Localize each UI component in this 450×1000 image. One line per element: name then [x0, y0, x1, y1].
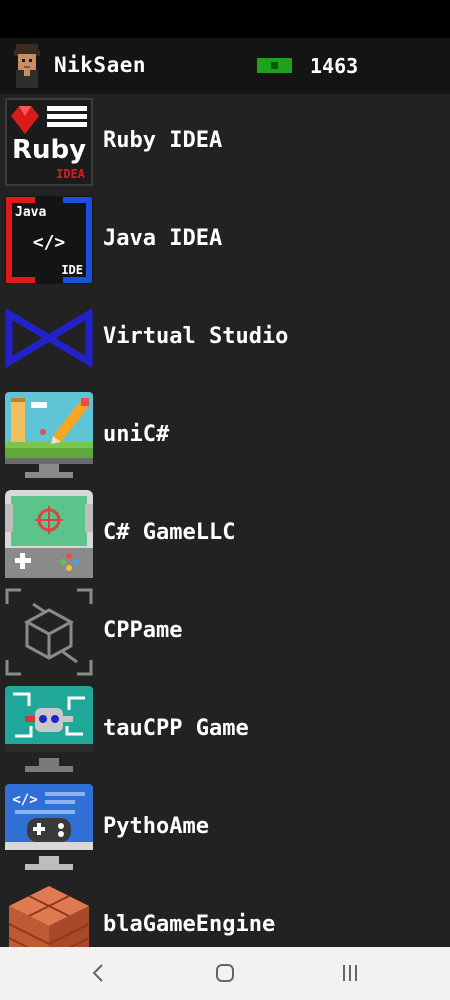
- monitor-robot-icon: [5, 686, 93, 772]
- app-list: Ruby IDEA Ruby IDEA Java </> IDE Java ID…: [0, 94, 450, 947]
- svg-text:</>: </>: [12, 792, 37, 808]
- home-icon: [216, 964, 234, 982]
- java-icon-text: Java: [15, 205, 46, 220]
- back-chevron-icon: [92, 964, 103, 982]
- top-bar: NikSaen 1463: [0, 38, 450, 94]
- handheld-console-icon: [5, 490, 93, 578]
- bowtie-logo-icon: [5, 307, 93, 369]
- app-name: blaGameEngine: [103, 912, 276, 937]
- list-item-taucpp-game[interactable]: tauCPP Game: [0, 682, 450, 780]
- banknote-icon: [257, 58, 292, 73]
- status-bar: [0, 0, 450, 38]
- list-item-virtual-studio[interactable]: Virtual Studio: [0, 290, 450, 388]
- list-item-unicsharp[interactable]: uniC#: [0, 388, 450, 486]
- money-balance: 1463: [310, 54, 359, 78]
- list-item-blagameengine[interactable]: blaGameEngine: [0, 878, 450, 947]
- app-name: PythoAme: [103, 814, 209, 839]
- java-ide-icon: Java </> IDE: [5, 196, 93, 284]
- home-button[interactable]: [205, 957, 245, 989]
- recents-button[interactable]: [330, 957, 370, 989]
- monitor-pencil-icon: [5, 392, 93, 478]
- ruby-idea-icon: Ruby IDEA: [5, 98, 93, 186]
- idea-icon-text: IDEA: [56, 167, 86, 181]
- list-item-ruby-idea[interactable]: Ruby IDEA Ruby IDEA: [0, 94, 450, 192]
- username-label: NikSaen: [54, 53, 147, 77]
- app-name: C# GameLLC: [103, 520, 236, 545]
- brick-block-icon: [8, 886, 90, 947]
- list-item-cppame[interactable]: CPPame: [0, 584, 450, 682]
- pixel-avatar-icon[interactable]: [10, 44, 44, 88]
- app-name: Virtual Studio: [103, 324, 289, 349]
- system-nav-bar: [0, 947, 450, 1000]
- ide-icon-text: IDE: [61, 263, 83, 277]
- app-name: Java IDEA: [103, 226, 223, 251]
- code-tag-icon-text: </>: [33, 232, 66, 253]
- app-name: CPPame: [103, 618, 183, 643]
- list-item-pythoame[interactable]: </> PythoAme: [0, 780, 450, 878]
- recents-icon: [343, 965, 357, 981]
- ruby-icon-text: Ruby: [12, 135, 86, 165]
- wireframe-cube-icon: [5, 588, 93, 676]
- monitor-gamepad-icon: </>: [5, 784, 93, 870]
- app-name: uniC#: [103, 422, 170, 447]
- list-item-java-idea[interactable]: Java </> IDE Java IDEA: [0, 192, 450, 290]
- app-name: Ruby IDEA: [103, 128, 223, 153]
- back-button[interactable]: [78, 957, 118, 989]
- list-item-csharp-gamellc[interactable]: C# GameLLC: [0, 486, 450, 584]
- app-name: tauCPP Game: [103, 716, 249, 741]
